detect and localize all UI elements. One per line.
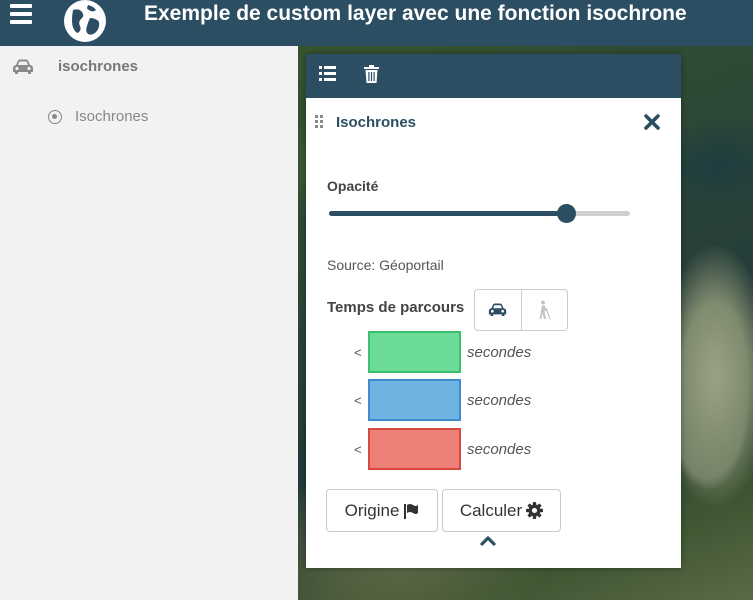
- sidebar-group-isochrones[interactable]: isochrones: [12, 58, 138, 75]
- slider-fill: [329, 211, 567, 216]
- transport-mode-toggle: [474, 289, 568, 331]
- origin-button-label: Origine: [344, 500, 400, 520]
- range-row-3: < secondes: [354, 428, 531, 470]
- compute-button[interactable]: Calculer: [442, 489, 561, 532]
- range-row-2: < secondes: [354, 379, 531, 421]
- range-color-swatch-3[interactable]: [368, 428, 461, 470]
- drag-handle-icon[interactable]: [315, 115, 325, 129]
- compute-button-label: Calculer: [459, 500, 523, 520]
- slider-thumb[interactable]: [556, 204, 576, 223]
- close-icon[interactable]: [643, 113, 661, 131]
- app-title: Exemple de custom layer avec une fonctio…: [144, 2, 687, 25]
- range-unit: secondes: [467, 343, 532, 361]
- gear-icon: [526, 502, 544, 519]
- top-bar: Exemple de custom layer avec une fonctio…: [0, 0, 753, 46]
- chevron-up-icon[interactable]: [480, 534, 496, 546]
- car-icon: [13, 59, 33, 74]
- mode-car-button[interactable]: [475, 290, 521, 330]
- range-color-swatch-1[interactable]: [368, 331, 461, 373]
- sidebar-item-label: Isochrones: [75, 108, 149, 125]
- source-label: Source: Géoportail: [327, 257, 444, 273]
- range-prefix: <: [354, 441, 362, 457]
- mode-pedestrian-button[interactable]: [520, 290, 567, 330]
- pedestrian-icon: [539, 300, 552, 320]
- car-icon: [489, 303, 507, 317]
- opacity-slider[interactable]: [329, 204, 630, 223]
- trash-icon[interactable]: [364, 65, 379, 83]
- opacity-label: Opacité: [327, 178, 379, 194]
- range-prefix: <: [354, 344, 362, 360]
- layer-panel: Isochrones Opacité Source: Géoportail Te…: [306, 54, 681, 568]
- sidebar-group-label: isochrones: [58, 58, 139, 75]
- origin-button[interactable]: Origine: [326, 489, 438, 532]
- sidebar: isochrones Isochrones: [0, 46, 298, 600]
- panel-toolbar: [306, 54, 681, 98]
- layer-header: Isochrones: [306, 98, 681, 148]
- hamburger-icon[interactable]: [10, 4, 32, 26]
- radio-icon[interactable]: [48, 109, 62, 124]
- range-prefix: <: [354, 392, 362, 408]
- globe-icon: [64, 0, 106, 42]
- range-unit: secondes: [467, 391, 532, 409]
- travel-time-label: Temps de parcours: [327, 299, 465, 316]
- range-unit: secondes: [467, 440, 532, 458]
- sidebar-item-isochrones[interactable]: Isochrones: [48, 108, 148, 125]
- list-icon[interactable]: [319, 66, 336, 81]
- layer-title: Isochrones: [336, 114, 417, 131]
- range-row-1: < secondes: [354, 331, 531, 373]
- range-color-swatch-2[interactable]: [368, 379, 461, 421]
- flag-icon: [404, 503, 419, 519]
